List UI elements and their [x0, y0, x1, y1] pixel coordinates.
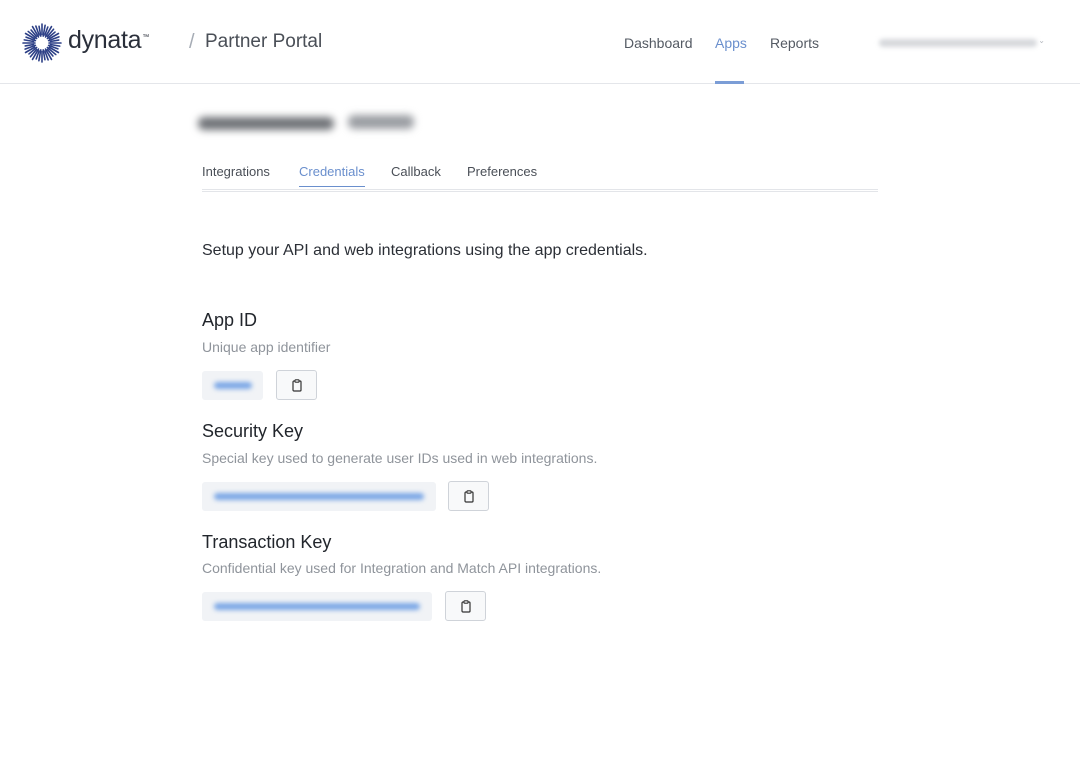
- app-name-redacted: [198, 114, 428, 138]
- title-separator: /: [189, 31, 195, 53]
- nav-dashboard[interactable]: Dashboard: [624, 35, 693, 51]
- tab-preferences[interactable]: Preferences: [467, 164, 537, 186]
- tab-integrations[interactable]: Integrations: [202, 164, 270, 186]
- app-tabs: Integrations Credentials Callback Prefer…: [202, 164, 878, 192]
- intro-text: Setup your API and web integrations usin…: [202, 242, 648, 259]
- app-id-value[interactable]: [202, 371, 263, 400]
- nav-reports[interactable]: Reports: [770, 35, 819, 51]
- transaction-key-description: Confidential key used for Integration an…: [202, 560, 602, 576]
- transaction-key-title: Transaction Key: [202, 532, 332, 552]
- clipboard-icon: [464, 490, 474, 503]
- app-id-title: App ID: [202, 310, 258, 330]
- transaction-key-value[interactable]: [202, 592, 432, 621]
- user-name-redacted: [879, 39, 1037, 47]
- security-key-description: Special key used to generate user IDs us…: [202, 450, 598, 466]
- top-header: dynata™ / Partner Portal Dashboard Apps …: [0, 0, 1080, 84]
- copy-security-key-button[interactable]: [448, 481, 489, 511]
- copy-app-id-button[interactable]: [276, 370, 317, 400]
- brand-name[interactable]: dynata™: [68, 26, 149, 55]
- dynata-logo-icon[interactable]: [21, 22, 63, 64]
- portal-title: Partner Portal: [205, 31, 323, 52]
- clipboard-icon: [461, 600, 471, 613]
- active-nav-indicator: [715, 81, 744, 84]
- security-key-value[interactable]: [202, 482, 436, 511]
- security-key-title: Security Key: [202, 421, 304, 441]
- tab-callback[interactable]: Callback: [391, 164, 441, 186]
- tab-credentials[interactable]: Credentials: [299, 164, 365, 187]
- copy-transaction-key-button[interactable]: [445, 591, 486, 621]
- chevron-down-icon: ⌄: [1038, 36, 1045, 45]
- app-id-description: Unique app identifier: [202, 339, 331, 355]
- clipboard-icon: [292, 379, 302, 392]
- nav-apps[interactable]: Apps: [715, 35, 747, 51]
- user-menu[interactable]: ⌄: [879, 36, 1045, 50]
